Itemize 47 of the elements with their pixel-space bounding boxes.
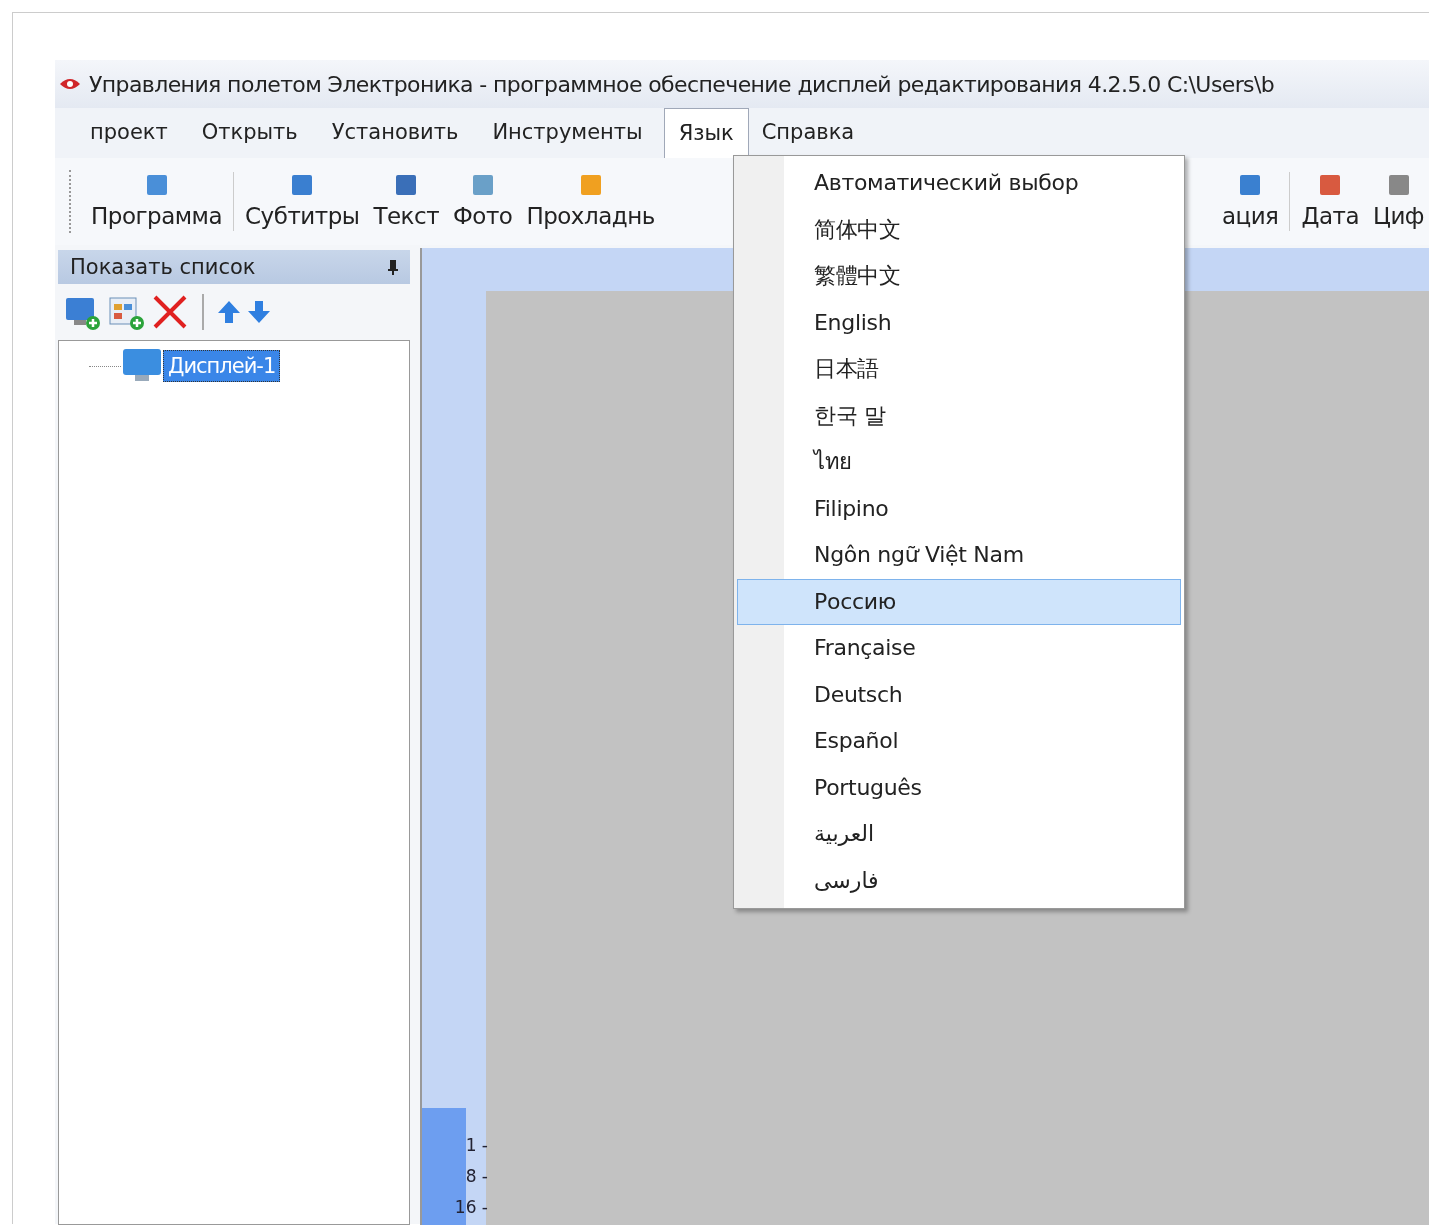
panel-title: Показать список [70,255,256,279]
toolbar-button[interactable]: Дата [1294,158,1367,245]
toolbar-button[interactable]: Фото [446,158,520,245]
ruler-label: 8 - [465,1165,488,1188]
language-option[interactable]: العربية [737,811,1181,858]
tool-icon [292,174,313,195]
menu-item[interactable]: Язык [663,108,749,158]
tool-icon [1240,174,1261,195]
menu-item[interactable]: Открыть [188,108,319,158]
language-option[interactable]: ไทย [737,439,1181,486]
language-option[interactable]: Автоматический выбор [737,160,1181,207]
toolbar-button[interactable]: Программа [84,158,230,245]
language-option[interactable]: فارسی [737,857,1181,904]
language-option[interactable]: 한국 말 [737,392,1181,439]
language-option[interactable]: Ngôn ngữ Việt Nam [737,532,1181,579]
tree-item[interactable]: Дисплей-1 [163,350,281,382]
tool-icon [396,174,417,195]
language-option[interactable]: Française [737,625,1181,672]
menu-item[interactable]: проект [77,108,189,158]
language-option[interactable]: Português [737,764,1181,811]
toolbar-grip [69,170,74,233]
menu-item[interactable]: Установить [318,108,480,158]
toolbar-button[interactable]: Прохладнь [519,158,662,245]
tool-icon [472,174,493,195]
toolbar-button[interactable]: Субтитры [238,158,367,245]
toolbar-button[interactable]: ация [1214,158,1286,245]
language-option[interactable]: 繁體中文 [737,253,1181,300]
eye-logo-icon [59,77,81,91]
ruler-label: 1 - [465,1134,488,1157]
language-option[interactable]: Россию [737,578,1181,625]
language-option[interactable]: 日本語 [737,346,1181,393]
menu-item[interactable]: Инструменты [479,108,664,158]
tool-icon [146,174,167,195]
menu-item[interactable]: Справка [748,108,876,158]
tool-icon [1388,174,1409,195]
tool-icon [1320,174,1341,195]
tool-icon [580,174,601,195]
language-option[interactable]: Deutsch [737,671,1181,718]
language-option[interactable]: Filipino [737,485,1181,532]
language-option[interactable]: 简体中文 [737,206,1181,253]
pin-icon[interactable] [388,259,398,275]
ruler-label: 16 - [454,1196,488,1219]
window-title: Управления полетом Электроника - программное обеспечение дисплей редактирования 4.2.5.0 C:\Users\b [89,71,1275,97]
toolbar-button[interactable]: Текст [366,158,447,245]
language-option[interactable]: English [737,299,1181,346]
language-option[interactable]: Español [737,718,1181,765]
toolbar-button[interactable]: Циф [1366,158,1429,245]
